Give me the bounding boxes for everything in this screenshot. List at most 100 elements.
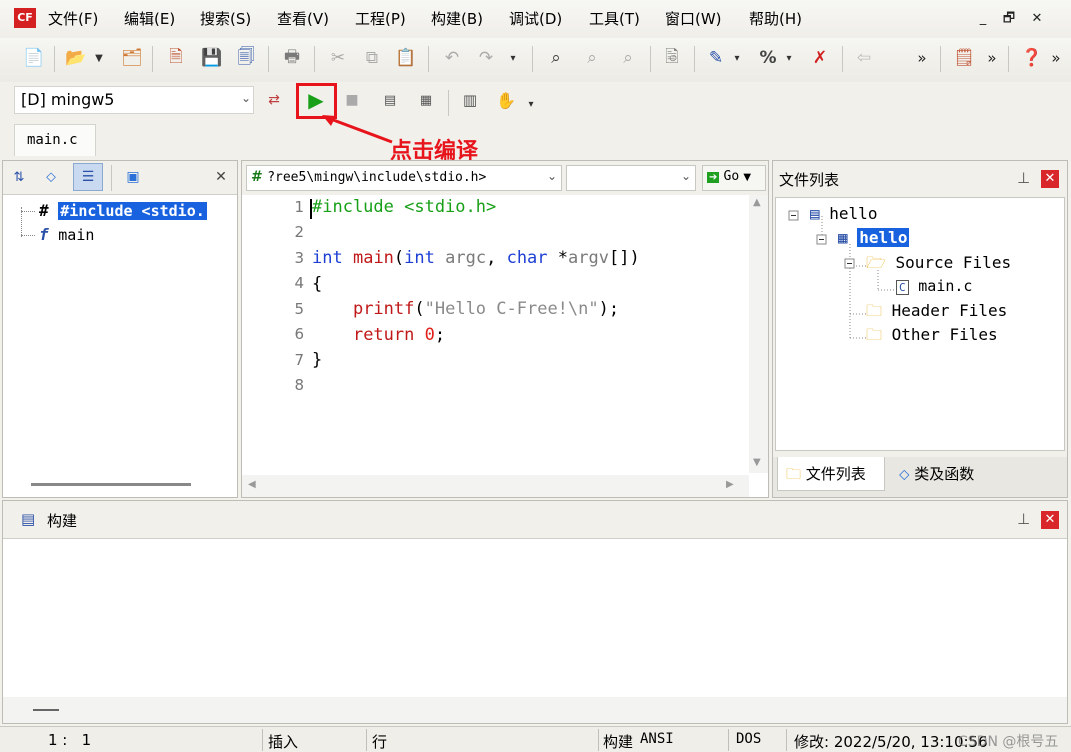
chevron-down-icon[interactable]: ▾	[506, 46, 520, 70]
comment-icon[interactable]: %	[756, 46, 780, 70]
build-output-hscroll[interactable]	[3, 697, 1067, 723]
tree-item-project[interactable]: ▦ hello	[838, 228, 910, 247]
status-build: 构建	[603, 733, 634, 751]
redo-icon[interactable]: ↷	[474, 46, 498, 70]
new-file-icon[interactable]: 📄	[22, 46, 46, 70]
build-log-icon[interactable]: ▥	[458, 88, 482, 112]
code-editor[interactable]: # ?ree5\mingw\include\stdio.h> ⌄ ⌄ ➔ Go …	[241, 160, 769, 498]
help-icon[interactable]: ❓	[1020, 46, 1044, 70]
menu-window[interactable]: 窗口(W)	[665, 8, 722, 29]
uncomment-icon[interactable]: ✗	[808, 46, 832, 70]
standard-toolbar: 📄 📂 ▼ 🗂 🗎 💾 🗐 🖶 ✂ ⧉ 📋 ↶ ↷ ▾ ⌕ ⌕ ⌕ 🗟 ✎ ▾ …	[0, 38, 1071, 82]
stop-icon[interactable]: ■	[340, 88, 364, 112]
hash-icon: #	[39, 201, 49, 220]
save-all-icon[interactable]: 🗐	[234, 46, 258, 70]
chevron-down-icon[interactable]: ▾	[524, 92, 538, 116]
tree-item-header-files[interactable]: 🗀 Header Files	[866, 300, 1007, 327]
vertical-scrollbar[interactable]: ▲ ▼	[749, 195, 768, 473]
find-next-icon[interactable]: ⌕	[580, 46, 604, 70]
menu-project[interactable]: 工程(P)	[355, 8, 406, 29]
menu-view[interactable]: 查看(V)	[277, 8, 329, 29]
bookmark-icon[interactable]: ✎	[704, 46, 728, 70]
chevron-down-icon[interactable]: ▼	[92, 46, 106, 70]
close-icon[interactable]: ✕	[209, 165, 233, 189]
compiler-select[interactable]: [D] mingw5 ⌄	[14, 86, 254, 114]
code-line: int main(int argc, char *argv[])	[312, 248, 640, 268]
menu-debug[interactable]: 调试(D)	[509, 8, 562, 29]
refresh-view-icon[interactable]: ▣	[121, 165, 145, 189]
project-tree[interactable]: ▤ hello ▦ hello 🗁 Source Files C main.c …	[775, 197, 1065, 451]
build-all-icon[interactable]: ▦	[414, 88, 438, 112]
horizontal-scrollbar-thumb[interactable]	[33, 709, 59, 711]
chevron-down-icon[interactable]: ▾	[782, 46, 796, 70]
find-icon[interactable]: ⌕	[544, 46, 568, 70]
project-settings-icon[interactable]: 🗒	[952, 46, 976, 70]
scroll-down-icon[interactable]: ▼	[753, 457, 761, 468]
restore-icon[interactable]: 🗗	[1000, 10, 1018, 28]
arrow-left-icon[interactable]: ⇦	[852, 46, 876, 70]
toolbar-separator	[152, 46, 153, 72]
tree-item-source-files[interactable]: 🗁 Source Files	[866, 252, 1011, 279]
horizontal-scrollbar[interactable]: ◀ ▶	[242, 475, 749, 497]
list-item[interactable]: # #include <stdio.	[39, 201, 207, 220]
class-browser-toolbar: ⇅ ⬦ ☰ ▣ ✕	[3, 161, 237, 195]
list-view-icon[interactable]: ☰	[73, 163, 103, 191]
chevron-down-icon: ⌄	[546, 169, 557, 183]
hand-icon[interactable]: ✋	[494, 88, 518, 112]
folder-icon: 🗀	[866, 301, 883, 320]
scroll-right-icon[interactable]: ▶	[726, 479, 734, 490]
build-output-area[interactable]	[3, 541, 1067, 697]
pin-icon[interactable]: ⊥	[1017, 510, 1030, 528]
overflow-chevron-icon[interactable]: »	[980, 46, 1004, 70]
tab-classes-functions[interactable]: ⬦ 类及函数	[891, 457, 1003, 491]
compile-icon[interactable]: ▤	[378, 88, 402, 112]
scroll-left-icon[interactable]: ◀	[248, 479, 256, 490]
print-icon[interactable]: 🖶	[280, 46, 304, 70]
tab-file-list[interactable]: 🗀 文件列表	[777, 457, 885, 491]
save-icon[interactable]: 💾	[200, 46, 224, 70]
menu-help[interactable]: 帮助(H)	[749, 8, 802, 29]
close-icon[interactable]: ✕	[1041, 511, 1059, 529]
tree-item-other-files[interactable]: 🗀 Other Files	[866, 324, 998, 351]
project-icon: ▦	[838, 228, 848, 247]
minimize-icon[interactable]: _	[974, 10, 992, 28]
cut-icon[interactable]: ✂	[326, 46, 350, 70]
find-prev-icon[interactable]: ⌕	[616, 46, 640, 70]
overflow-chevron-icon[interactable]: »	[1044, 46, 1068, 70]
menu-tools[interactable]: 工具(T)	[589, 8, 640, 29]
hash-icon: #	[251, 169, 263, 185]
pin-icon[interactable]: ⊥	[1017, 169, 1030, 187]
switch-compiler-icon[interactable]: ⇄	[262, 88, 286, 112]
menu-file[interactable]: 文件(F)	[48, 8, 98, 29]
list-item[interactable]: f main	[39, 225, 94, 244]
open-project-icon[interactable]: 🗂	[120, 46, 144, 70]
close-file-icon[interactable]: 🗎	[164, 46, 188, 70]
close-icon[interactable]: ✕	[1041, 170, 1059, 188]
editor-nav-bar: # ?ree5\mingw\include\stdio.h> ⌄ ⌄ ➔ Go …	[242, 161, 768, 195]
cfree-app-icon[interactable]: CF	[14, 8, 36, 28]
paste-icon[interactable]: 📋	[394, 46, 418, 70]
menu-search[interactable]: 搜索(S)	[200, 8, 251, 29]
tree-item-workspace[interactable]: ▤ hello	[810, 204, 877, 223]
symbol-combo[interactable]: ⌄	[566, 165, 696, 191]
tree-item-main-c[interactable]: C main.c	[896, 276, 972, 295]
overflow-chevron-icon[interactable]: »	[910, 46, 934, 70]
code-token: );	[598, 299, 620, 319]
close-icon[interactable]: ✕	[1028, 10, 1046, 28]
sort-az-icon[interactable]: ⇅	[7, 165, 31, 189]
tab-main-c[interactable]: main.c	[14, 124, 96, 156]
open-folder-icon[interactable]: 📂	[64, 46, 88, 70]
go-button[interactable]: ➔ Go ▼	[702, 165, 766, 191]
scroll-up-icon[interactable]: ▲	[753, 197, 761, 208]
file-list-tabs: 🗀 文件列表 ⬦ 类及函数	[773, 457, 1067, 497]
chevron-down-icon[interactable]: ▾	[730, 46, 744, 70]
menu-build[interactable]: 构建(B)	[431, 8, 483, 29]
class-view-icon[interactable]: ⬦	[39, 165, 63, 189]
path-combo[interactable]: # ?ree5\mingw\include\stdio.h> ⌄	[246, 165, 562, 191]
find-in-files-icon[interactable]: 🗟	[660, 46, 684, 70]
menu-edit[interactable]: 编辑(E)	[124, 8, 175, 29]
undo-icon[interactable]: ↶	[440, 46, 464, 70]
copy-icon[interactable]: ⧉	[360, 46, 384, 70]
horizontal-scrollbar-thumb[interactable]	[31, 483, 191, 486]
